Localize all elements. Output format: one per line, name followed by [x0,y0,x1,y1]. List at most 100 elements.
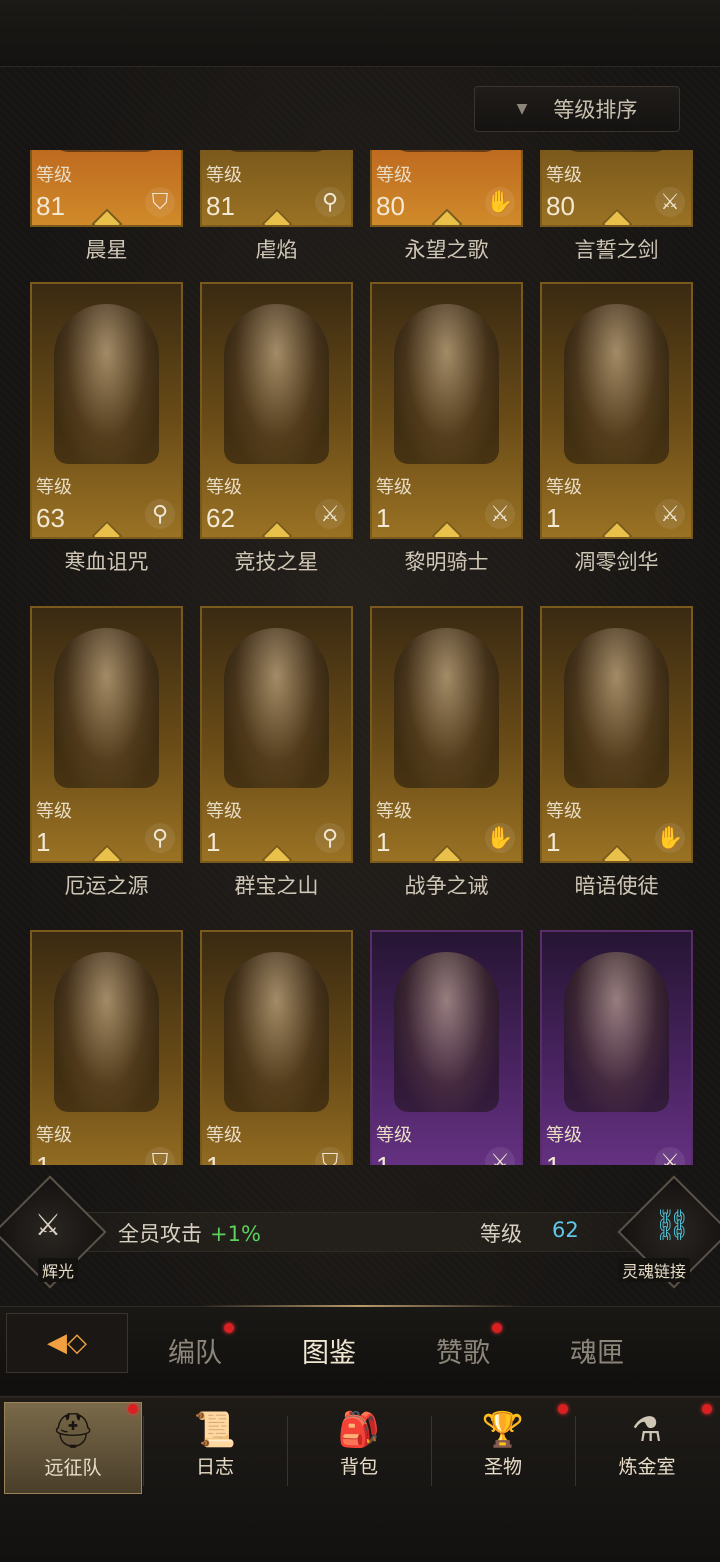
sword-icon: ⚔ [655,187,685,217]
hero-name: 言誓之剑 [574,238,659,262]
sword-icon: ⚔ [315,499,345,529]
level-value: 1 [36,1153,50,1165]
nav-separator [143,1416,144,1486]
hero-card[interactable]: 等级 1 ⚲ [200,606,353,863]
bonus-bar: ⚔ 辉光 全员攻击 +1% 等级 62 ⛓ 灵魂链接 [0,1175,720,1289]
tab-4[interactable]: 魂匣 [570,1331,624,1370]
sword-icon: ⚔ [655,499,685,529]
hand-icon: ✋ [655,823,685,853]
star-gem-icon [260,208,293,225]
level-label: 等级 [546,1125,582,1146]
hero-card[interactable]: 等级 1 ⛉ [200,930,353,1165]
sub-tabs: ◀◇ 编队 图鉴 赞歌 魂匣 [0,1305,720,1395]
level-label: 等级 [546,165,582,186]
hero-name: 战争之诫 [404,874,489,898]
tab-3[interactable]: 赞歌 [436,1331,490,1370]
soul-link-level-value: 62 [552,1218,579,1242]
hero-card[interactable]: 等级 1 ⚔ [540,282,693,539]
star-gem-icon [90,844,123,861]
nav-label: 日志 [195,1456,234,1478]
scroll-icon: 📜 [193,1410,237,1450]
level-value: 1 [546,1153,560,1165]
nav-item-3[interactable]: 🎒 背包 [290,1402,428,1494]
staff-icon: ⚲ [315,823,345,853]
hero-name: 黎明骑士 [404,550,489,574]
level-value: 1 [206,1153,220,1165]
tab-1[interactable]: 编队 [168,1331,222,1370]
hero-name: 永望之歌 [404,238,489,262]
hero-portrait [564,150,669,152]
shield-icon: ⛉ [315,1147,345,1165]
hero-card[interactable]: 等级 1 ⛉ [30,930,183,1165]
hero-portrait [224,304,329,464]
link-icon: ⛓ [652,1208,692,1243]
nav-item-4[interactable]: 🏆 圣物 [434,1402,572,1494]
hero-card[interactable]: 等级 1 ⚔ [370,930,523,1165]
hero-portrait [394,150,499,152]
hero-card[interactable]: 等级 1 ⚔ [540,930,693,1165]
nav-label: 圣物 [483,1456,522,1478]
bonus-text: 全员攻击 +1% [118,1218,261,1248]
level-label: 等级 [206,477,242,498]
level-label: 等级 [36,1125,72,1146]
level-label: 等级 [206,1125,242,1146]
hero-card[interactable]: 等级 81 ⚲ [200,150,353,227]
hero-portrait [224,628,329,788]
radiance-caption: 辉光 [38,1258,79,1282]
level-value: 80 [546,191,575,221]
level-label: 等级 [376,801,412,822]
hero-card[interactable]: 等级 1 ✋ [370,606,523,863]
tab-2[interactable]: 图鉴 [302,1331,356,1370]
star-gem-icon [600,520,633,537]
level-label: 等级 [206,801,242,822]
sort-button[interactable]: ▼ 等级排序 [474,86,680,132]
level-label: 等级 [206,165,242,186]
level-value: 81 [206,191,235,221]
shield-icon: ⛉ [145,187,175,217]
hero-portrait [224,150,329,152]
nav-item-5[interactable]: ⚗ 炼金室 [578,1402,716,1494]
shield-icon: ⛉ [145,1147,175,1165]
staff-icon: ⚲ [145,499,175,529]
nav-item-1[interactable]: ⛑ 远征队 [4,1402,142,1494]
hero-portrait [394,304,499,464]
notification-dot [128,1404,138,1414]
level-label: 等级 [376,1125,412,1146]
hero-card[interactable]: 等级 1 ⚲ [30,606,183,863]
arrow-left-icon: ◀◇ [47,1328,87,1358]
hero-card[interactable]: 等级 1 ✋ [540,606,693,863]
level-value: 1 [546,827,561,857]
hero-card[interactable]: 等级 1 ⚔ [370,282,523,539]
hand-icon: ✋ [485,187,515,217]
level-value: 80 [376,191,405,221]
hero-card[interactable]: 等级 63 ⚲ [30,282,183,539]
divider-glow [200,1305,520,1307]
hero-portrait [224,952,329,1112]
hero-card[interactable]: 等级 80 ⚔ [540,150,693,227]
hero-card[interactable]: 等级 62 ⚔ [200,282,353,539]
hero-card[interactable]: 等级 80 ✋ [370,150,523,227]
alchemy-icon: ⚗ [631,1410,663,1450]
nav-label: 远征队 [44,1457,102,1479]
hero-portrait [564,628,669,788]
level-label: 等级 [36,165,72,186]
sword-icon: ⚔ [485,499,515,529]
back-button[interactable]: ◀◇ [6,1313,128,1373]
hero-card[interactable]: 等级 81 ⛉ [30,150,183,227]
top-frame [0,0,720,67]
level-label: 等级 [546,477,582,498]
star-gem-icon [600,844,633,861]
hero-name: 寒血诅咒 [64,550,149,574]
staff-icon: ⚲ [145,823,175,853]
star-gem-icon [430,520,463,537]
hero-portrait [54,304,159,464]
nav-item-2[interactable]: 📜 日志 [146,1402,284,1494]
staff-icon: ⚲ [315,187,345,217]
bottom-nav: ⛑ 远征队 📜 日志 🎒 背包 🏆 圣物 ⚗ 炼金室 [0,1396,720,1562]
sword-icon: ⚔ [655,1147,685,1165]
hero-name: 群宝之山 [234,874,319,898]
level-value: 1 [376,1153,390,1165]
sort-label: 等级排序 [553,98,638,122]
star-gem-icon [430,208,463,225]
notification-dot [224,1323,234,1333]
